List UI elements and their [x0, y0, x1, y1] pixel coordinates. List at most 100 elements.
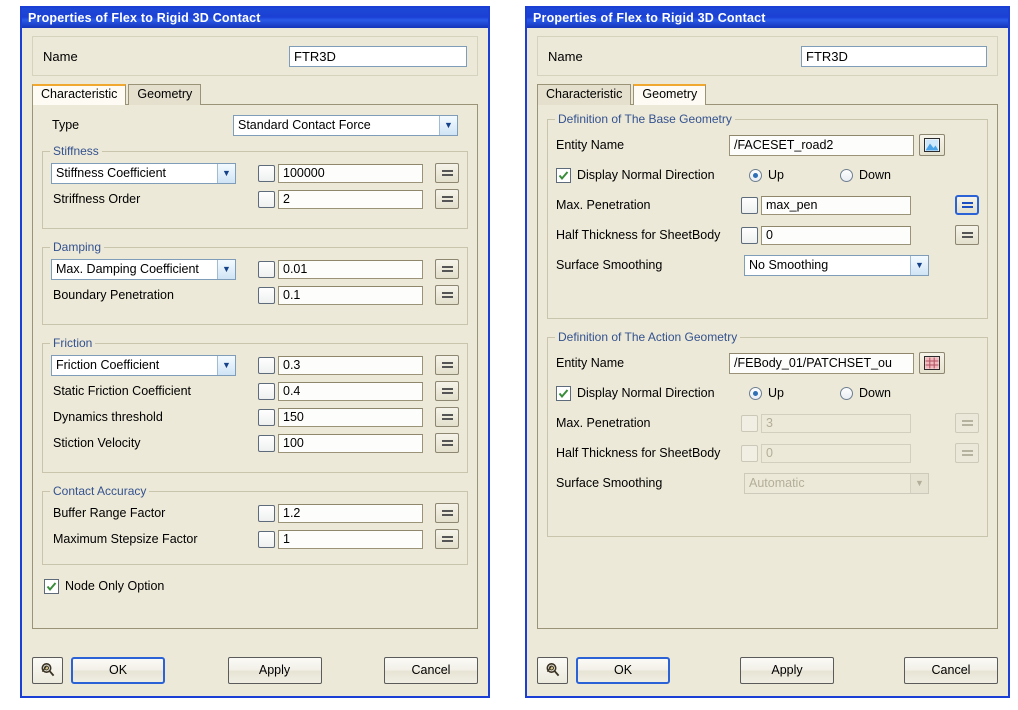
ok-button[interactable]: OK — [576, 656, 670, 684]
friction-coefficient-checkbox[interactable] — [258, 356, 275, 374]
static-friction-coefficient-expression-button[interactable] — [435, 381, 459, 401]
action-direction-down-radio[interactable] — [840, 386, 853, 400]
tab-characteristic[interactable]: Characteristic — [537, 84, 632, 105]
row-static-friction-coefficient: Static Friction Coefficient 0.4 — [51, 378, 459, 404]
boundary-penetration-expression-button[interactable] — [435, 285, 459, 305]
base-entity-browse-button[interactable] — [919, 134, 945, 156]
stiction-velocity-value[interactable]: 100 — [278, 433, 423, 453]
node-only-option-checkbox[interactable] — [44, 578, 59, 594]
buffer-range-factor-label: Buffer Range Factor — [53, 506, 166, 520]
equals-icon — [441, 168, 453, 178]
name-strip: Name — [32, 36, 478, 76]
row-friction-coefficient: Friction Coefficient ▼ 0.3 — [51, 352, 459, 378]
row-buffer-range-factor: Buffer Range Factor 1.2 — [51, 500, 459, 526]
tab-bar: Characteristic Geometry — [32, 84, 478, 105]
row-base-entity-name: Entity Name /FACESET_road2 — [556, 130, 979, 160]
name-input[interactable] — [289, 45, 467, 67]
boundary-penetration-value[interactable]: 0.1 — [278, 285, 423, 305]
action-entity-browse-button[interactable] — [919, 352, 945, 374]
damping-coefficient-select[interactable]: Max. Damping Coefficient ▼ — [51, 258, 236, 280]
type-select[interactable]: Standard Contact Force ▼ — [233, 114, 458, 136]
action-half-thickness-checkbox — [741, 444, 758, 462]
tab-characteristic[interactable]: Characteristic — [32, 84, 127, 105]
base-max-penetration-expression-button[interactable] — [955, 195, 979, 215]
boundary-penetration-checkbox[interactable] — [258, 286, 275, 304]
buffer-range-factor-expression-button[interactable] — [435, 503, 459, 523]
static-friction-coefficient-checkbox[interactable] — [258, 382, 275, 400]
stiction-velocity-expression-button[interactable] — [435, 433, 459, 453]
friction-coefficient-label: Friction Coefficient — [56, 358, 160, 372]
buffer-range-factor-checkbox[interactable] — [258, 504, 275, 522]
action-display-normal-checkbox[interactable] — [556, 385, 571, 401]
row-stiffness-coefficient: Stiffness Coefficient ▼ 100000 — [51, 160, 459, 186]
maximum-stepsize-factor-value[interactable]: 1 — [278, 529, 423, 549]
pin-icon — [546, 662, 560, 676]
chevron-down-icon: ▼ — [217, 355, 235, 375]
stiffness-coefficient-expression-button[interactable] — [435, 163, 459, 183]
damping-coefficient-expression-button[interactable] — [435, 259, 459, 279]
tab-geometry[interactable]: Geometry — [128, 84, 202, 105]
base-direction-down-radio[interactable] — [840, 168, 853, 182]
name-input[interactable] — [801, 45, 987, 67]
base-half-thickness-checkbox[interactable] — [741, 226, 758, 244]
base-surface-smoothing-select[interactable]: No Smoothing ▼ — [744, 254, 929, 276]
dynamics-threshold-expression-button[interactable] — [435, 407, 459, 427]
ok-button[interactable]: OK — [71, 656, 165, 684]
cancel-button[interactable]: Cancel — [904, 656, 998, 684]
pin-tool-button[interactable] — [32, 656, 63, 684]
row-action-display-normal: Display Normal Direction Up Down — [556, 378, 979, 408]
apply-button[interactable]: Apply — [740, 656, 834, 684]
damping-coefficient-label: Max. Damping Coefficient — [56, 262, 199, 276]
base-max-penetration-checkbox[interactable] — [741, 196, 758, 214]
apply-button[interactable]: Apply — [227, 656, 322, 684]
action-direction-up-radio[interactable] — [749, 386, 762, 400]
static-friction-coefficient-value[interactable]: 0.4 — [278, 381, 423, 401]
dynamics-threshold-value[interactable]: 150 — [278, 407, 423, 427]
friction-coefficient-select[interactable]: Friction Coefficient ▼ — [51, 354, 236, 376]
action-entity-name-value[interactable]: /FEBody_01/PATCHSET_ou — [729, 352, 914, 374]
base-direction-up-radio[interactable] — [749, 168, 762, 182]
cancel-button[interactable]: Cancel — [384, 656, 478, 684]
base-max-penetration-value[interactable]: max_pen — [761, 195, 911, 215]
equals-icon — [961, 418, 973, 428]
action-max-penetration-checkbox — [741, 414, 758, 432]
base-half-thickness-expression-button[interactable] — [955, 225, 979, 245]
stiffness-order-expression-button[interactable] — [435, 189, 459, 209]
chevron-down-icon: ▼ — [910, 473, 928, 493]
base-half-thickness-value[interactable]: 0 — [761, 225, 911, 245]
friction-coefficient-expression-button[interactable] — [435, 355, 459, 375]
base-max-penetration-label: Max. Penetration — [556, 198, 651, 212]
value-text: No Smoothing — [749, 258, 829, 272]
row-action-half-thickness: Half Thickness for SheetBody 0 — [556, 438, 979, 468]
damping-coefficient-value[interactable]: 0.01 — [278, 259, 423, 279]
stiffness-coefficient-select[interactable]: Stiffness Coefficient ▼ — [51, 162, 236, 184]
stiction-velocity-checkbox[interactable] — [258, 434, 275, 452]
pin-tool-button[interactable] — [537, 656, 568, 684]
group-title: Damping — [50, 240, 105, 254]
tab-bar: Characteristic Geometry — [537, 84, 998, 105]
tab-geometry[interactable]: Geometry — [633, 84, 707, 105]
buffer-range-factor-value[interactable]: 1.2 — [278, 503, 423, 523]
stiffness-coefficient-checkbox[interactable] — [258, 164, 275, 182]
dialog-body: Name Characteristic Geometry Type Standa… — [22, 28, 488, 696]
boundary-penetration-label: Boundary Penetration — [53, 288, 174, 302]
group-stiffness: Stiffness Stiffness Coefficient ▼ 100000 — [42, 144, 468, 229]
name-label: Name — [43, 48, 78, 64]
group-title: Friction — [50, 336, 96, 350]
base-entity-name-value[interactable]: /FACESET_road2 — [729, 134, 914, 156]
damping-coefficient-checkbox[interactable] — [258, 260, 275, 278]
dynamics-threshold-checkbox[interactable] — [258, 408, 275, 426]
stiffness-coefficient-value[interactable]: 100000 — [278, 163, 423, 183]
equals-icon — [961, 448, 973, 458]
group-action-geometry: Definition of The Action Geometry Entity… — [547, 330, 988, 537]
maximum-stepsize-factor-checkbox[interactable] — [258, 530, 275, 548]
node-only-option-row[interactable]: Node Only Option — [42, 573, 468, 599]
stiffness-order-checkbox[interactable] — [258, 190, 275, 208]
chevron-down-icon: ▼ — [217, 163, 235, 183]
base-display-normal-checkbox[interactable] — [556, 167, 571, 183]
action-half-thickness-label: Half Thickness for SheetBody — [556, 446, 721, 460]
maximum-stepsize-factor-label: Maximum Stepsize Factor — [53, 532, 198, 546]
friction-coefficient-value[interactable]: 0.3 — [278, 355, 423, 375]
stiffness-order-value[interactable]: 2 — [278, 189, 423, 209]
maximum-stepsize-factor-expression-button[interactable] — [435, 529, 459, 549]
